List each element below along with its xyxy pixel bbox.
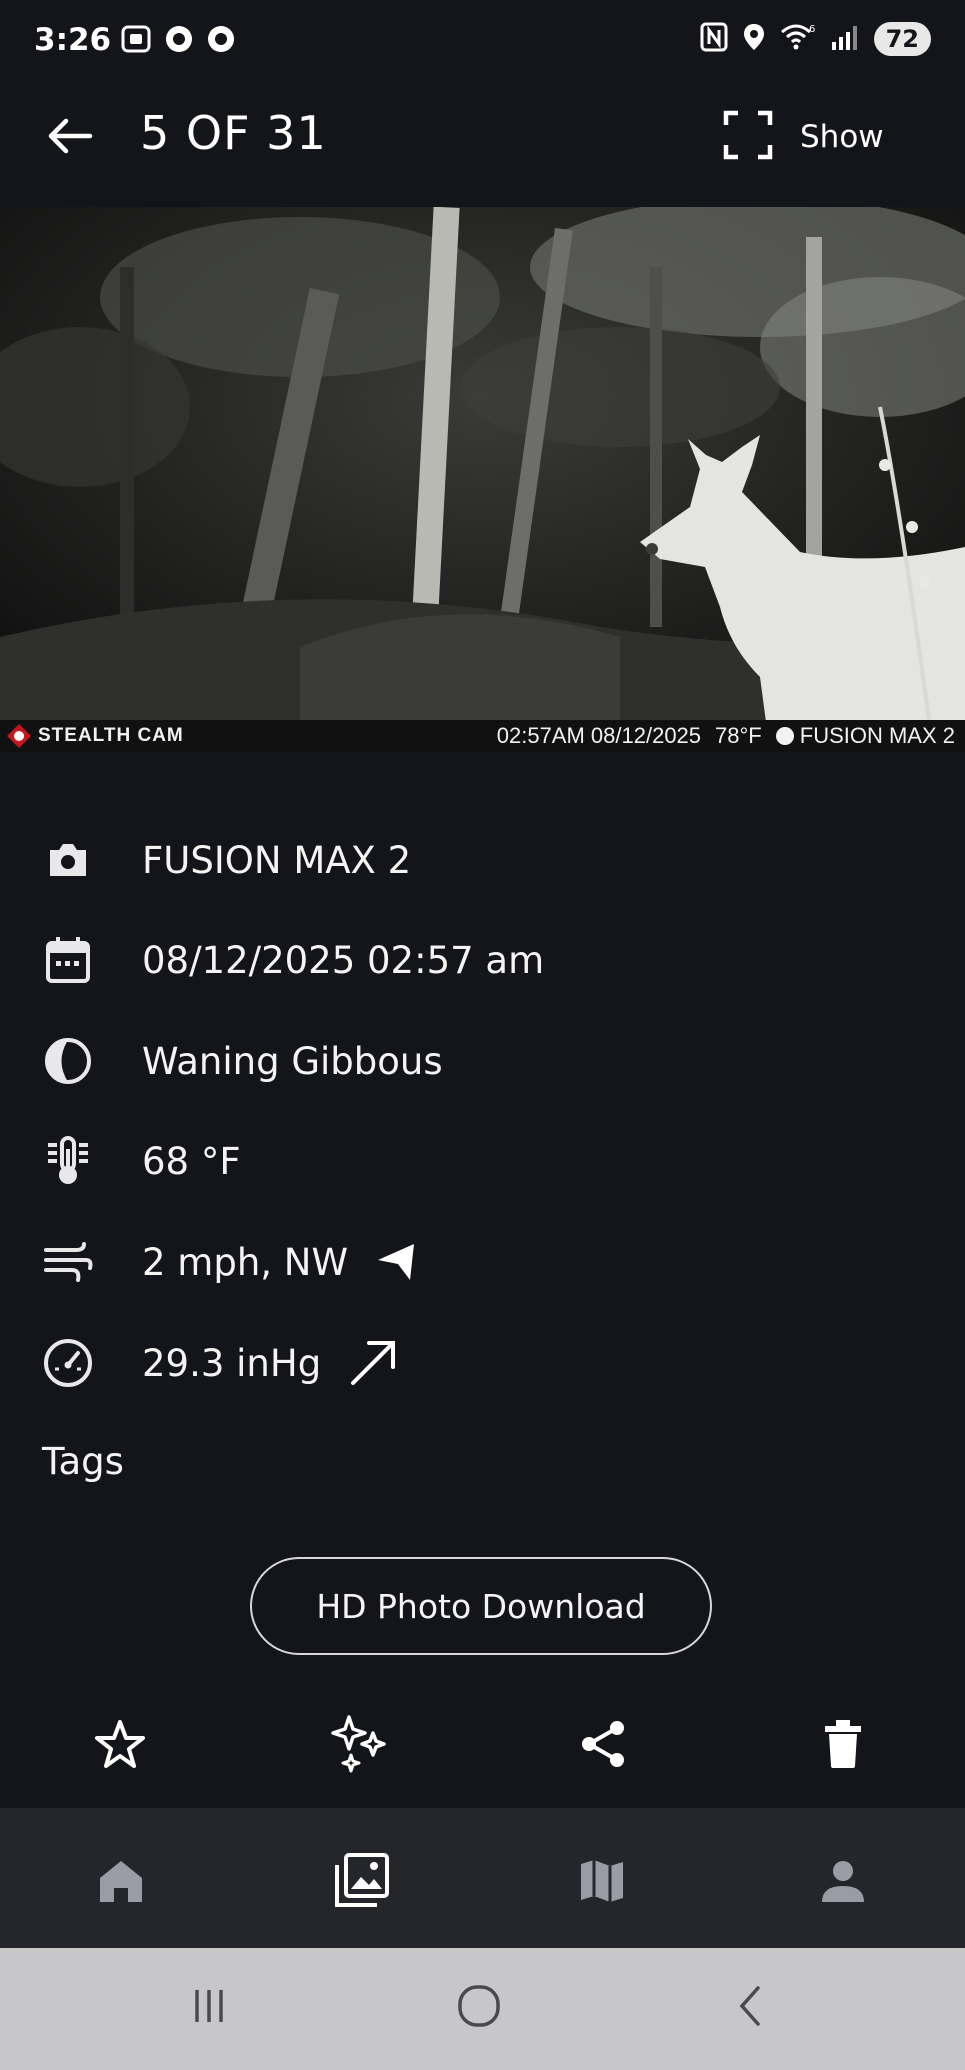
stamp-brand: STEALTH CAM	[38, 725, 184, 746]
ai-enhance-button[interactable]	[320, 1706, 400, 1786]
detail-camera: FUSION MAX 2	[40, 825, 411, 895]
nav-map[interactable]	[562, 1843, 642, 1923]
hd-photo-download-button[interactable]: HD Photo Download	[250, 1557, 712, 1655]
trash-icon	[821, 1718, 865, 1774]
wind-value: 2 mph, NW	[142, 1240, 349, 1284]
detail-moon-phase: Waning Gibbous	[40, 1026, 443, 1096]
detail-temperature: 68 °F	[40, 1126, 241, 1196]
delete-button[interactable]	[803, 1706, 883, 1786]
detail-datetime: 08/12/2025 02:57 am	[40, 925, 544, 995]
photo-info-stamp: STEALTH CAM 02:57AM 08/12/2025 78°F FUSI…	[0, 720, 965, 752]
star-icon	[94, 1718, 146, 1774]
camera-icon	[40, 832, 96, 888]
favorite-button[interactable]	[80, 1706, 160, 1786]
tags-label: Tags	[42, 1440, 124, 1483]
status-time: 3:26	[34, 22, 112, 58]
battery-indicator: 72	[873, 22, 931, 56]
system-recents-button[interactable]	[169, 1968, 249, 2048]
calendar-icon	[40, 932, 96, 988]
stamp-camera: FUSION MAX 2	[799, 723, 955, 748]
pressure-rising-arrow-icon	[347, 1337, 399, 1389]
screenshot-icon	[120, 24, 152, 58]
moon-phase: Waning Gibbous	[142, 1039, 443, 1083]
photo-counter: 5 OF 31	[140, 106, 327, 160]
home-icon	[96, 1856, 146, 1910]
gallery-icon	[331, 1851, 391, 1915]
circle-app-icon	[164, 24, 194, 58]
camera-name: FUSION MAX 2	[142, 838, 412, 882]
thermometer-icon	[40, 1133, 96, 1189]
trail-camera-photo[interactable]	[0, 207, 965, 752]
stamp-temp: 78°F	[715, 723, 762, 748]
sparkles-icon	[329, 1713, 391, 1779]
status-icons-left	[120, 24, 236, 58]
moon-phase-icon	[40, 1033, 96, 1089]
nav-gallery[interactable]	[321, 1843, 401, 1923]
recents-icon	[187, 1984, 231, 2032]
map-icon	[577, 1856, 627, 1910]
nav-profile[interactable]	[803, 1843, 883, 1923]
pressure-value: 29.3 inHg	[142, 1341, 322, 1385]
photo-datetime: 08/12/2025 02:57 am	[142, 938, 545, 982]
signal-icon	[830, 22, 860, 56]
wind-icon	[40, 1234, 96, 1290]
share-button[interactable]	[563, 1706, 643, 1786]
temperature: 68 °F	[142, 1139, 241, 1183]
wind-direction-arrow-icon	[374, 1240, 418, 1284]
stamp-details: 02:57AM 08/12/2025 78°F FUSION MAX 2	[497, 723, 965, 749]
circle-app-icon	[206, 24, 236, 58]
system-back-button[interactable]	[710, 1968, 790, 2048]
arrow-left-icon	[46, 116, 94, 160]
detail-wind: 2 mph, NW	[40, 1227, 418, 1297]
svg-text:6: 6	[809, 24, 815, 35]
nfc-icon	[700, 22, 728, 56]
show-label: Show	[800, 119, 884, 155]
home-circle-icon	[455, 1982, 503, 2034]
gauge-icon	[40, 1335, 96, 1391]
show-fullscreen-button[interactable]: Show	[722, 108, 884, 166]
stamp-moon-icon	[775, 727, 794, 745]
wifi-icon: 6	[780, 22, 816, 56]
back-button[interactable]	[40, 108, 100, 168]
fullscreen-icon	[722, 109, 774, 165]
system-home-button[interactable]	[439, 1968, 519, 2048]
nav-home[interactable]	[81, 1843, 161, 1923]
share-icon	[577, 1718, 629, 1774]
location-icon	[742, 22, 766, 56]
profile-icon	[818, 1856, 868, 1910]
stealth-cam-logo: STEALTH CAM	[0, 723, 184, 749]
back-chevron-icon	[730, 1982, 770, 2034]
status-icons-right: 6 72	[700, 22, 931, 56]
detail-pressure: 29.3 inHg	[40, 1328, 399, 1398]
stamp-time-date: 02:57AM 08/12/2025	[496, 723, 702, 748]
